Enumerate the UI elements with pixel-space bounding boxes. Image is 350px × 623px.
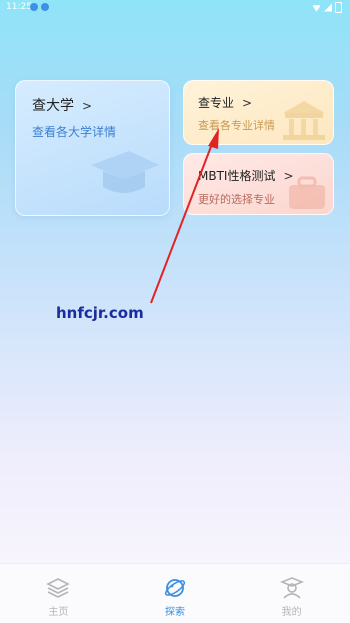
wifi-icon: [312, 5, 321, 12]
tab-mine-label: 我的: [281, 607, 302, 618]
watermark-text: hnfcjr.com: [56, 304, 144, 322]
university-card-title: 查大学: [32, 98, 74, 114]
chevron-right-icon: >: [242, 96, 253, 110]
major-card[interactable]: 查专业 > 查看各专业详情: [183, 80, 334, 145]
mbti-card-title-row: MBTI性格测试 >: [198, 167, 294, 184]
tab-explore[interactable]: 探索: [117, 564, 234, 623]
status-time: 11:25: [6, 2, 32, 12]
mbti-card-subtitle: 更好的选择专业: [198, 193, 275, 206]
major-card-title: 查专业: [198, 96, 235, 110]
notification-icon: [41, 3, 49, 11]
tab-home-label: 主页: [48, 607, 69, 618]
university-card-title-row: 查大学 >: [32, 95, 92, 115]
chevron-right-icon: >: [82, 99, 93, 113]
mbti-card[interactable]: MBTI性格测试 > 更好的选择专业: [183, 153, 334, 215]
briefcase-icon: [289, 176, 325, 209]
tab-explore-label: 探索: [165, 607, 185, 618]
signal-icon: [324, 3, 332, 12]
layers-icon: [46, 578, 71, 598]
major-card-subtitle: 查看各专业详情: [198, 119, 275, 132]
university-card-subtitle: 查看各大学详情: [32, 125, 117, 139]
mbti-card-title: MBTI性格测试: [198, 169, 276, 183]
bottom-tab-bar: 主页 探索 我的: [0, 563, 350, 623]
status-bar: 11:25: [0, 0, 350, 16]
notification-icon: [30, 3, 38, 11]
status-icons: [312, 2, 342, 13]
tab-home[interactable]: 主页: [0, 564, 117, 623]
graduation-cap-icon: [91, 151, 159, 193]
planet-icon: [164, 579, 186, 597]
tab-mine[interactable]: 我的: [233, 564, 350, 623]
graduate-icon: [279, 577, 304, 599]
university-card[interactable]: 查大学 > 查看各大学详情: [15, 80, 170, 216]
battery-icon: [335, 2, 342, 13]
major-card-title-row: 查专业 >: [198, 94, 252, 111]
building-icon: [283, 101, 325, 140]
